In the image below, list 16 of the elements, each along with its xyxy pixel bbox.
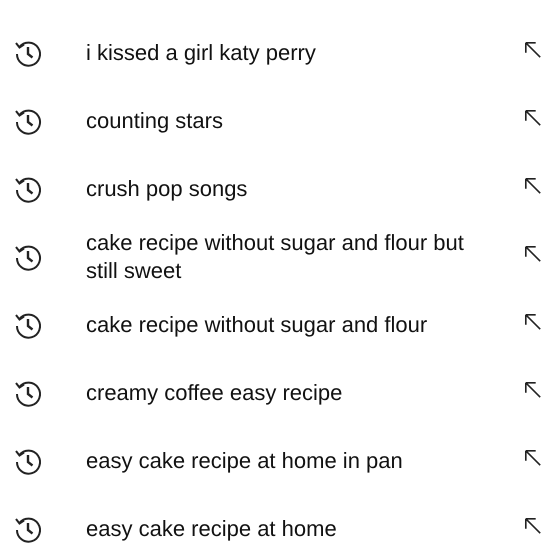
search-history-item[interactable]: cake recipe without sugar and flour but still sweet [86, 229, 491, 285]
fill-query-arrow-icon[interactable] [524, 517, 542, 535]
search-history-item[interactable]: creamy coffee easy recipe [86, 379, 491, 407]
fill-query-arrow-icon[interactable] [524, 109, 542, 127]
fill-query-arrow-icon[interactable] [524, 41, 542, 59]
search-history-item[interactable]: counting stars [86, 107, 491, 135]
fill-query-arrow-icon[interactable] [524, 177, 542, 195]
fill-query-arrow-icon[interactable] [524, 313, 542, 331]
search-history-item[interactable]: cake recipe without sugar and flour [86, 311, 491, 339]
search-history-item[interactable]: easy cake recipe at home [86, 515, 491, 543]
fill-query-arrow-icon[interactable] [524, 245, 542, 263]
search-history-item[interactable]: i kissed a girl katy perry [86, 39, 491, 67]
search-history-item[interactable]: crush pop songs [86, 175, 491, 203]
fill-query-arrow-icon[interactable] [524, 449, 542, 467]
search-history-item[interactable]: easy cake recipe at home in pan [86, 447, 491, 475]
fill-query-arrow-icon[interactable] [524, 381, 542, 399]
